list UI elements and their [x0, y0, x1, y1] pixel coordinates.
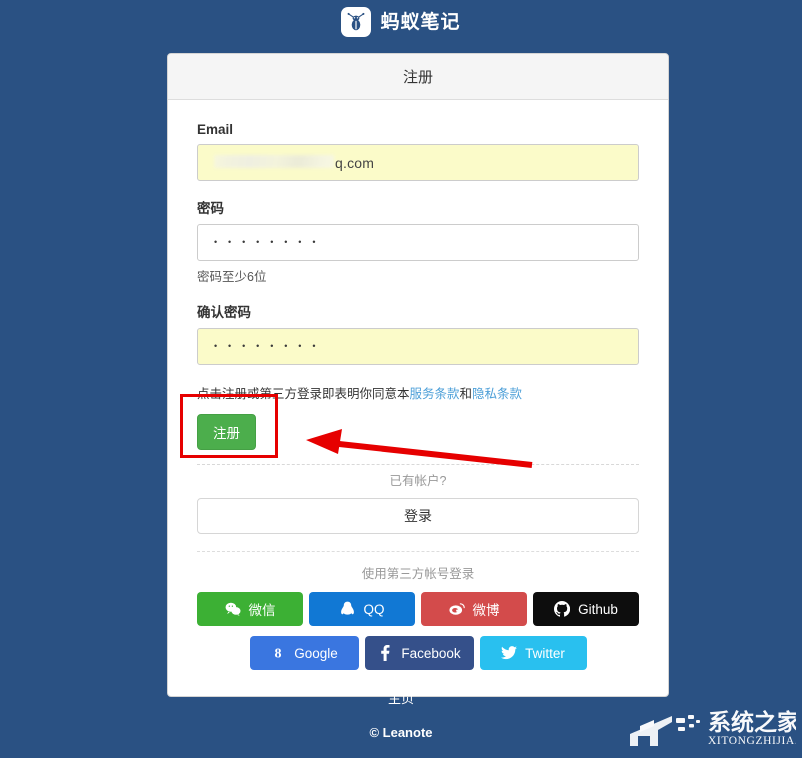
brand-name: 蚂蚁笔记: [380, 11, 461, 33]
password-field-group: 密码 • • • • • • • • 密码至少6位: [197, 197, 639, 285]
qq-login-button[interactable]: QQ: [309, 592, 415, 626]
weibo-login-label: 微博: [472, 603, 500, 618]
email-label: Email: [197, 122, 234, 137]
facebook-login-button[interactable]: Facebook: [364, 636, 474, 670]
qq-login-label: QQ: [363, 601, 385, 617]
email-field-group: Email q.com: [197, 122, 639, 181]
password-value: • • • • • • • •: [214, 237, 320, 247]
confirm-password-value: • • • • • • • •: [214, 341, 320, 351]
email-value-tail: q.com: [335, 154, 375, 171]
email-redaction: [214, 154, 334, 168]
facebook-icon: [377, 645, 393, 661]
register-card: 注册 Email q.com 密码 • • • • • • • • 密码至少6位…: [167, 53, 669, 697]
weibo-icon: [448, 601, 465, 617]
twitter-icon: [501, 645, 518, 661]
service-terms-link[interactable]: 服务条款: [410, 387, 460, 401]
terms-prefix: 点击注册或第三方登录即表明你同意本: [197, 387, 410, 401]
have-account-text: 已有帐户?: [389, 474, 447, 488]
social-login-row-2: 8 Google Facebook Twitter: [197, 636, 639, 670]
login-button[interactable]: 登录: [197, 498, 639, 534]
password-label: 密码: [197, 201, 224, 216]
register-button-row: 注册: [197, 402, 639, 450]
site-brand: 蚂蚁笔记: [0, 0, 802, 44]
card-body: Email q.com 密码 • • • • • • • • 密码至少6位 确认…: [168, 100, 668, 696]
have-account-row: 已有帐户? 登录: [197, 470, 639, 534]
site-watermark: 系统之家 XITONGZHIJIA.NET: [630, 709, 796, 747]
divider-above-social: [197, 551, 639, 552]
github-icon: [554, 601, 571, 617]
svg-text:XITONGZHIJIA.NET: XITONGZHIJIA.NET: [708, 735, 796, 747]
wechat-icon: [225, 601, 241, 617]
social-login-row-1: 微信 QQ 微博 Github: [197, 592, 639, 626]
terms-notice: 点击注册或第三方登录即表明你同意本服务条款和隐私条款: [197, 383, 639, 402]
third-party-title: 使用第三方帐号登录: [361, 567, 475, 581]
password-input[interactable]: • • • • • • • •: [197, 224, 639, 261]
svg-text:8: 8: [275, 647, 282, 661]
confirm-password-label: 确认密码: [197, 305, 251, 320]
github-login-label: Github: [578, 601, 618, 617]
svg-text:系统之家: 系统之家: [708, 709, 796, 735]
google-login-button[interactable]: 8 Google: [249, 636, 359, 670]
terms-middle: 和: [459, 387, 473, 401]
facebook-login-label: Facebook: [401, 645, 461, 661]
page-title: 注册: [402, 69, 433, 86]
email-value: q.com: [210, 154, 375, 171]
twitter-login-button[interactable]: Twitter: [479, 636, 587, 670]
email-input[interactable]: q.com: [197, 144, 639, 181]
google-login-label: Google: [294, 645, 338, 661]
qq-icon: [339, 601, 355, 617]
card-header: 注册: [168, 54, 668, 100]
twitter-login-label: Twitter: [525, 645, 565, 661]
confirm-password-input[interactable]: • • • • • • • •: [197, 328, 639, 365]
password-help-text: 密码至少6位: [197, 270, 267, 284]
privacy-terms-link[interactable]: 隐私条款: [472, 387, 522, 401]
google-icon: 8: [270, 645, 286, 661]
ant-logo-icon: [341, 7, 372, 37]
divider-above-login: [197, 464, 639, 466]
github-login-button[interactable]: Github: [533, 592, 639, 626]
wechat-login-label: 微信: [248, 603, 276, 618]
confirm-password-field-group: 确认密码 • • • • • • • •: [197, 301, 639, 365]
weibo-login-button[interactable]: 微博: [421, 592, 527, 626]
register-button[interactable]: 注册: [197, 414, 256, 450]
wechat-login-button[interactable]: 微信: [197, 592, 303, 626]
